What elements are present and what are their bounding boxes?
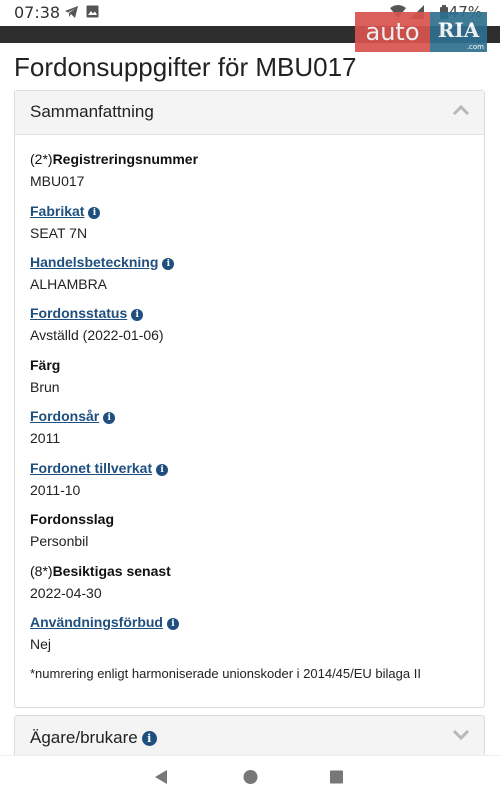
owner-section-title-text: Ägare/brukare xyxy=(30,728,138,747)
system-navigation-bar xyxy=(0,755,500,801)
chevron-down-icon[interactable] xyxy=(452,728,470,746)
field-fordonsstatus: Fordonsstatus i Avställd (2022-01-06) xyxy=(30,305,164,343)
footnote: *numrering enligt harmoniserade unionsko… xyxy=(30,666,421,681)
field-label: Registreringsnummer xyxy=(52,151,199,167)
field-farg: Färg Brun xyxy=(30,357,60,395)
field-label-link[interactable]: Fabrikat xyxy=(30,203,84,219)
field-value: Nej xyxy=(30,636,52,652)
image-icon xyxy=(86,5,99,23)
info-icon[interactable]: i xyxy=(156,464,169,476)
back-icon[interactable] xyxy=(154,769,168,790)
field-label: Besiktigas senast xyxy=(52,563,171,579)
field-label: Färg xyxy=(30,357,61,373)
field-value: MBU017 xyxy=(30,173,85,189)
field-fabrikat: Fabrikat i SEAT 7N xyxy=(30,203,101,241)
telegram-icon xyxy=(64,5,79,24)
field-label-link[interactable]: Fordonsår xyxy=(30,408,99,424)
watermark-ria-text: RIA xyxy=(437,18,480,42)
owner-section-title: Ägare/brukare i xyxy=(30,728,157,748)
page-title: Fordonsuppgifter för MBU017 xyxy=(14,52,357,82)
field-value: 2011 xyxy=(30,430,61,446)
summary-title: Sammanfattning xyxy=(30,102,154,121)
watermark-domain: .com xyxy=(466,43,484,51)
field-fordonet-tillverkat: Fordonet tillverkat i 2011-10 xyxy=(30,460,169,498)
field-label: Fordonsslag xyxy=(30,511,115,527)
watermark-ria-logo: RIA .com xyxy=(430,12,487,52)
field-label-link[interactable]: Fordonet tillverkat xyxy=(30,460,152,476)
summary-card: Sammanfattning (2*)Registreringsnummer M… xyxy=(14,90,485,708)
field-handelsbeteckning: Handelsbeteckning i ALHAMBRA xyxy=(30,254,175,292)
field-value: 2022-04-30 xyxy=(30,585,102,601)
field-value: Brun xyxy=(30,379,60,395)
info-icon[interactable]: i xyxy=(103,412,116,424)
field-fordonsar: Fordonsår i 2011 xyxy=(30,408,116,446)
field-registreringsnummer: (2*)Registreringsnummer MBU017 xyxy=(30,151,198,189)
field-label-link[interactable]: Användningsförbud xyxy=(30,614,163,630)
field-fordonsslag: Fordonsslag Personbil xyxy=(30,511,114,549)
info-icon[interactable]: i xyxy=(131,309,144,321)
status-time: 07:38 xyxy=(14,3,61,22)
info-icon[interactable]: i xyxy=(141,731,157,746)
field-value: ALHAMBRA xyxy=(30,276,108,292)
info-icon[interactable]: i xyxy=(162,258,175,270)
field-label-link[interactable]: Handelsbeteckning xyxy=(30,254,158,270)
field-value: Avställd (2022-01-06) xyxy=(30,327,164,343)
home-icon[interactable] xyxy=(243,769,258,790)
field-value: 2011-10 xyxy=(30,482,81,498)
field-besiktigas-senast: (8*)Besiktigas senast 2022-04-30 xyxy=(30,563,171,601)
field-label-link[interactable]: Fordonsstatus xyxy=(30,305,127,321)
summary-card-header[interactable]: Sammanfattning xyxy=(15,91,484,135)
field-value: Personbil xyxy=(30,533,89,549)
info-icon[interactable]: i xyxy=(88,207,101,219)
field-prefix: (2*) xyxy=(30,151,53,167)
watermark-auto-logo: auto xyxy=(355,12,430,52)
recents-icon[interactable] xyxy=(329,769,344,790)
info-icon[interactable]: i xyxy=(167,618,179,630)
field-prefix: (8*) xyxy=(30,563,53,579)
chevron-up-icon[interactable] xyxy=(452,103,470,121)
field-value: SEAT 7N xyxy=(30,225,88,241)
field-anvandningsforbud: Användningsförbud i Nej xyxy=(30,614,179,652)
